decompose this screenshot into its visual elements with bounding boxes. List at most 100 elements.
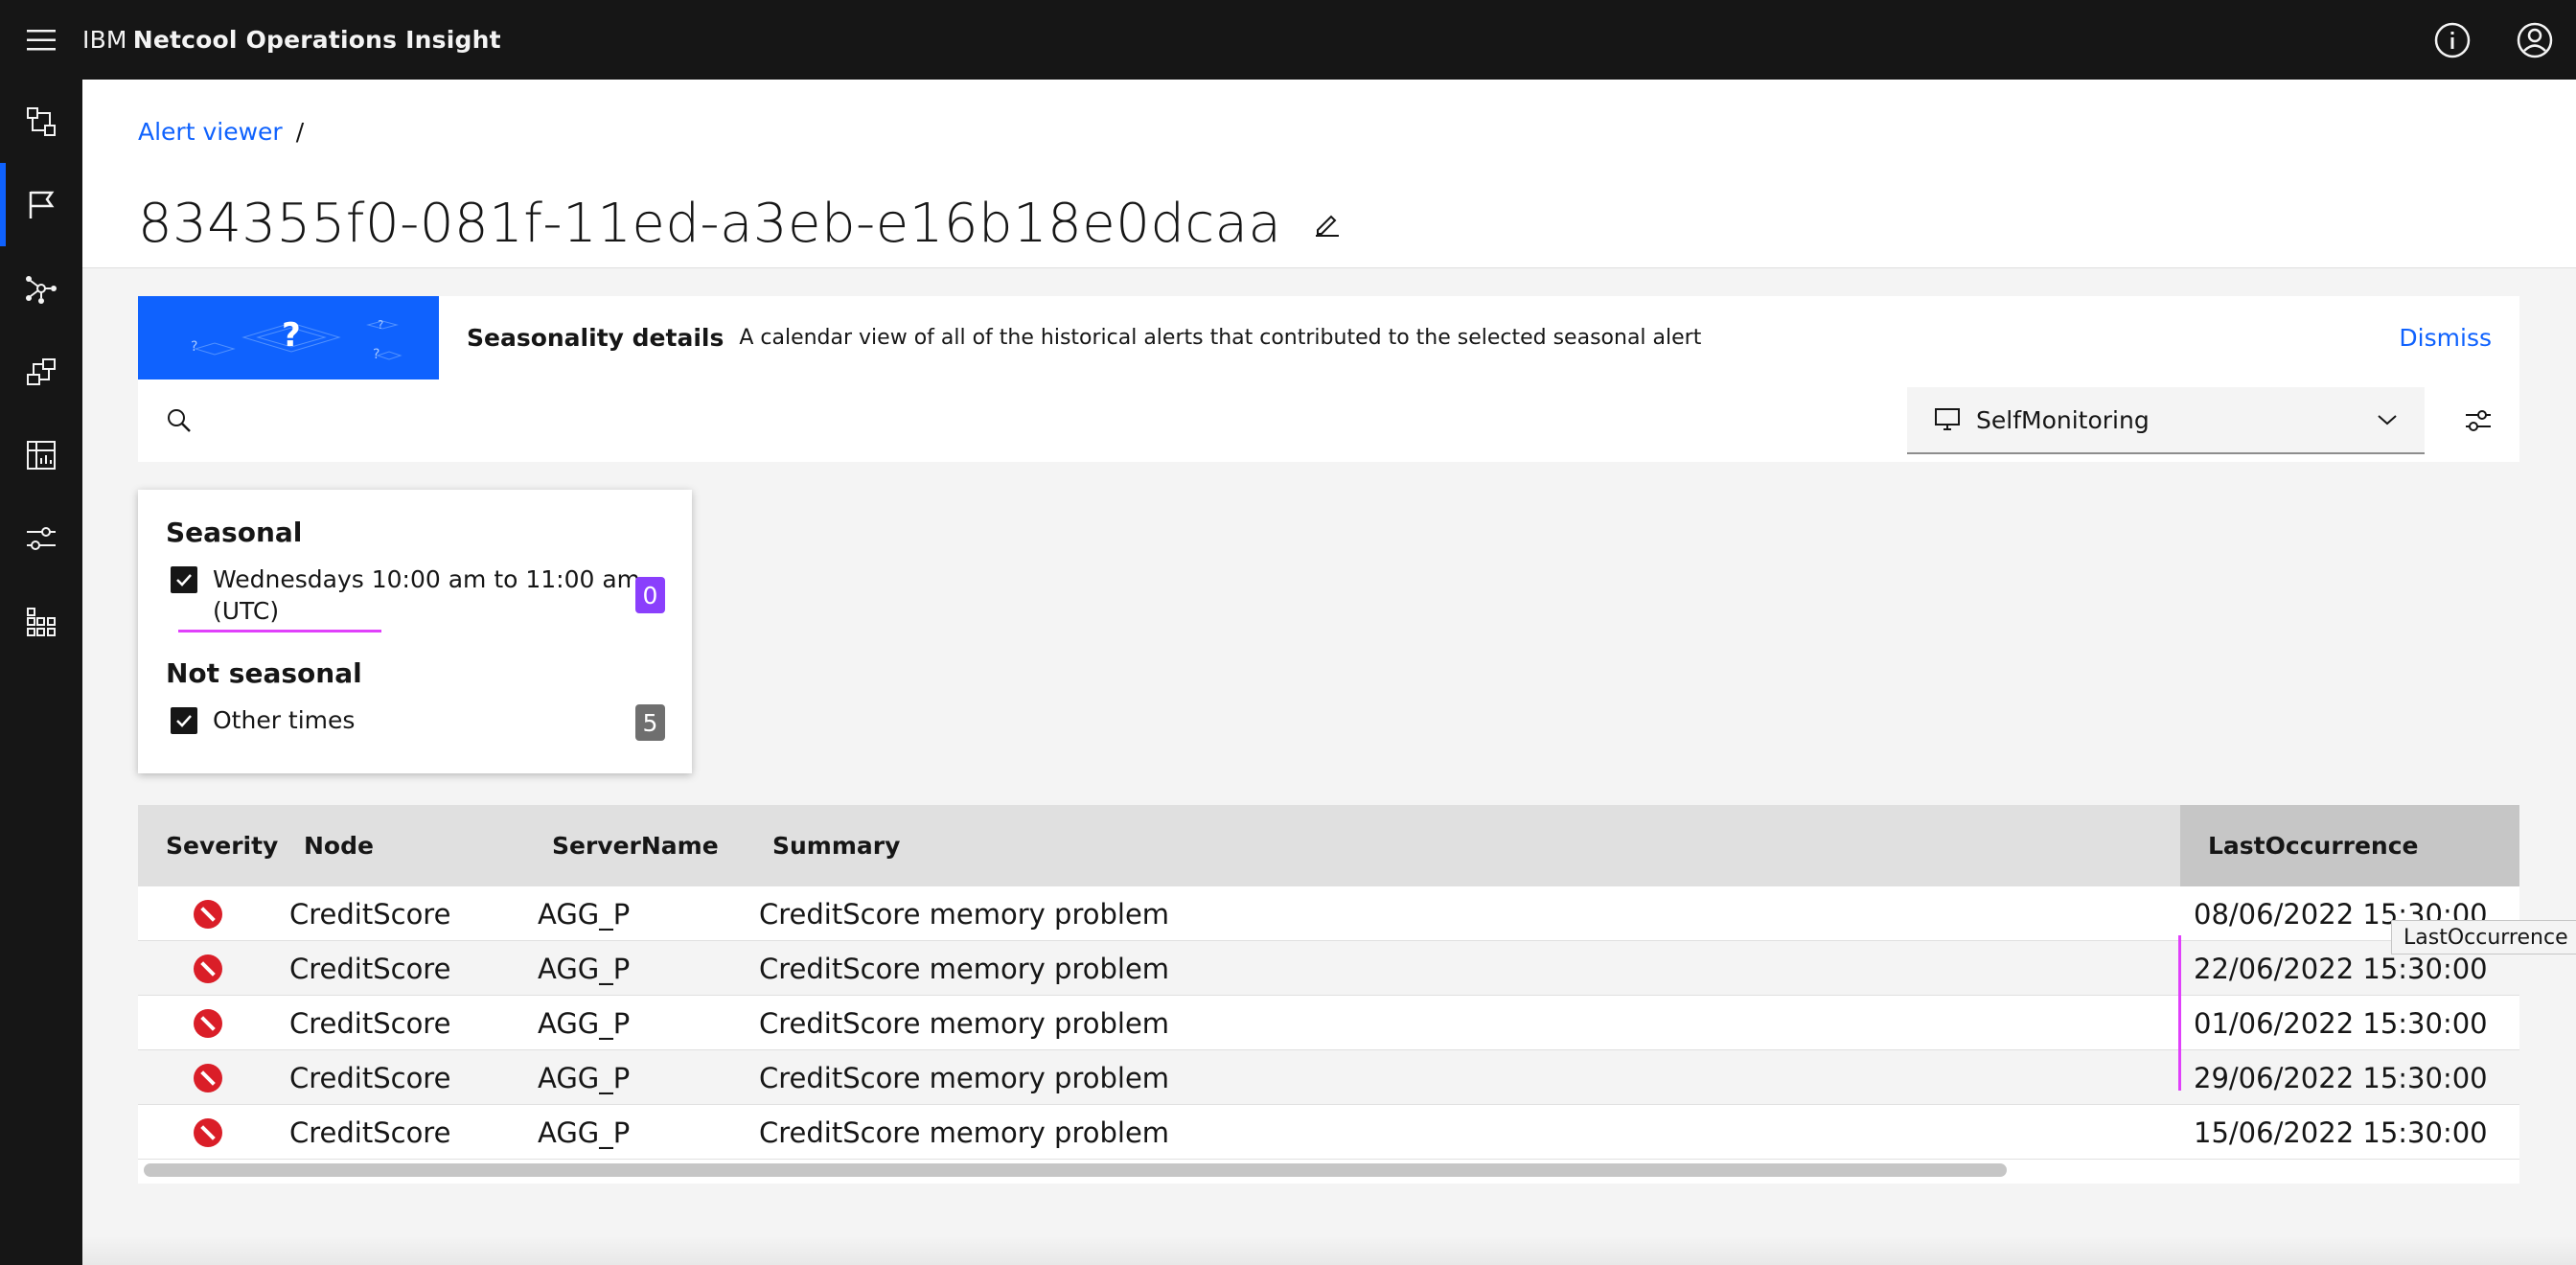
cell-summary: CreditScore memory problem [759, 952, 1170, 985]
user-avatar-icon [2517, 22, 2553, 58]
cell-summary: CreditScore memory problem [759, 897, 1170, 931]
table-settings-button[interactable] [2437, 380, 2519, 462]
column-header-node[interactable]: Node [304, 805, 374, 886]
not-seasonal-checkbox[interactable] [171, 707, 197, 734]
flow-icon [27, 357, 56, 385]
sliders-icon [27, 526, 56, 550]
cell-summary: CreditScore memory problem [759, 1116, 1170, 1149]
cell-node: CreditScore [289, 952, 451, 985]
critical-severity-icon [194, 954, 222, 983]
cell-servername: AGG_P [538, 1116, 631, 1149]
table-row[interactable]: CreditScore AGG_P CreditScore memory pro… [138, 996, 2519, 1050]
source-dropdown[interactable]: SelfMonitoring [1907, 387, 2425, 454]
cell-lastoccurrence: 01/06/2022 15:30:00 [2194, 1006, 2488, 1040]
not-seasonal-group-title: Not seasonal [166, 657, 362, 689]
cell-servername: AGG_P [538, 1006, 631, 1040]
cell-servername: AGG_P [538, 952, 631, 985]
breadcrumb-separator: / [295, 118, 305, 146]
seasonal-checkbox-row[interactable]: Wednesdays 10:00 am to 11:00 am (UTC) [171, 564, 640, 627]
nav-item-network[interactable] [0, 246, 82, 330]
search-input[interactable] [220, 380, 1945, 462]
cell-servername: AGG_P [538, 1061, 631, 1094]
seasonal-count-tag: 0 [635, 577, 665, 613]
nav-item-topology[interactable] [0, 80, 82, 163]
nav-item-settings[interactable] [0, 496, 82, 580]
seasonality-filter-panel: Seasonal Wednesdays 10:00 am to 11:00 am… [138, 490, 692, 773]
column-tooltip: LastOccurrence [2391, 920, 2576, 954]
table-row[interactable]: CreditScore AGG_P CreditScore memory pro… [138, 941, 2519, 996]
alerts-table: Severity Node ServerName Summary LastOcc… [138, 805, 2519, 1184]
page-bottom-edge [82, 1236, 2576, 1265]
cell-lastoccurrence: 15/06/2022 15:30:00 [2194, 1116, 2488, 1149]
breadcrumb-alert-viewer-link[interactable]: Alert viewer [138, 118, 283, 146]
seasonal-option-line2: (UTC) [213, 597, 280, 625]
top-header-bar: IBM Netcool Operations Insight [0, 0, 2576, 80]
calendar-chart-icon [27, 440, 56, 470]
not-seasonal-checkbox-row[interactable]: Other times [171, 704, 355, 736]
info-button[interactable] [2411, 0, 2494, 80]
edit-title-button[interactable] [1310, 207, 1345, 242]
flag-icon [29, 191, 55, 218]
breadcrumb: Alert viewer / [138, 118, 304, 146]
app-brand[interactable]: IBM Netcool Operations Insight [82, 26, 501, 54]
horizontal-scrollbar[interactable] [144, 1163, 2007, 1177]
nav-item-dashboard[interactable] [0, 413, 82, 496]
nav-item-flow[interactable] [0, 330, 82, 413]
cell-node: CreditScore [289, 1116, 451, 1149]
search-button[interactable] [138, 380, 220, 462]
column-header-lastoccurrence[interactable]: LastOccurrence [2180, 805, 2519, 886]
page-header: Alert viewer / 834355f0-081f-11ed-a3eb-e… [82, 80, 2576, 268]
table-toolbar: SelfMonitoring [138, 380, 2519, 462]
critical-severity-icon [194, 1063, 222, 1092]
topology-icon [27, 106, 56, 136]
cell-node: CreditScore [289, 1061, 451, 1094]
critical-severity-icon [194, 1117, 222, 1147]
chevron-down-icon [2377, 413, 2398, 426]
critical-severity-icon [194, 899, 222, 929]
table-row[interactable]: CreditScore AGG_P CreditScore memory pro… [138, 1105, 2519, 1160]
nav-item-alerts[interactable] [0, 163, 82, 246]
seasonal-group-title: Seasonal [166, 517, 303, 548]
search-icon [168, 409, 191, 432]
table-row[interactable]: CreditScore AGG_P CreditScore memory pro… [138, 1050, 2519, 1105]
cell-servername: AGG_P [538, 897, 631, 931]
banner-title: Seasonality details [467, 324, 724, 352]
svg-text:?: ? [378, 318, 383, 332]
not-seasonal-count-tag: 5 [635, 704, 665, 741]
seasonality-banner: ? ? ? ? Seasonality details A calendar v… [138, 296, 2519, 380]
checkmark-icon [176, 715, 192, 727]
cell-node: CreditScore [289, 897, 451, 931]
cell-summary: CreditScore memory problem [759, 1061, 1170, 1094]
brand-prefix: IBM [82, 26, 127, 54]
hamburger-menu-button[interactable] [0, 0, 82, 80]
seasonality-illustration: ? ? ? ? [138, 296, 439, 380]
checkmark-icon [176, 574, 192, 586]
nav-item-grid[interactable] [0, 580, 82, 663]
seasonal-option-line1: Wednesdays 10:00 am to 11:00 am [213, 565, 641, 593]
banner-description: A calendar view of all of the historical… [739, 326, 1702, 350]
grid-icon [27, 607, 56, 636]
table-row[interactable]: CreditScore AGG_P CreditScore memory pro… [138, 886, 2519, 941]
info-icon [2434, 22, 2471, 58]
cell-summary: CreditScore memory problem [759, 1006, 1170, 1040]
user-profile-button[interactable] [2494, 0, 2576, 80]
monitor-icon [1934, 407, 1961, 432]
column-header-summary[interactable]: Summary [772, 805, 900, 886]
seasonal-option-label: Wednesdays 10:00 am to 11:00 am (UTC) [213, 564, 640, 627]
network-icon [26, 275, 57, 304]
critical-severity-icon [194, 1008, 222, 1038]
svg-text:?: ? [282, 316, 301, 355]
dismiss-link[interactable]: Dismiss [2399, 324, 2492, 352]
svg-text:?: ? [191, 339, 197, 355]
seasonal-checkbox[interactable] [171, 566, 197, 593]
brand-name: Netcool Operations Insight [132, 26, 501, 54]
svg-text:?: ? [373, 347, 380, 362]
column-header-severity[interactable]: Severity [166, 805, 278, 886]
cell-lastoccurrence: 29/06/2022 15:30:00 [2194, 1061, 2488, 1094]
settings-adjust-icon [2466, 410, 2491, 431]
column-header-servername[interactable]: ServerName [552, 805, 719, 886]
cell-node: CreditScore [289, 1006, 451, 1040]
edit-icon [1316, 215, 1340, 237]
annotation-underline [178, 630, 381, 632]
annotation-vertical-line [2178, 935, 2181, 1091]
